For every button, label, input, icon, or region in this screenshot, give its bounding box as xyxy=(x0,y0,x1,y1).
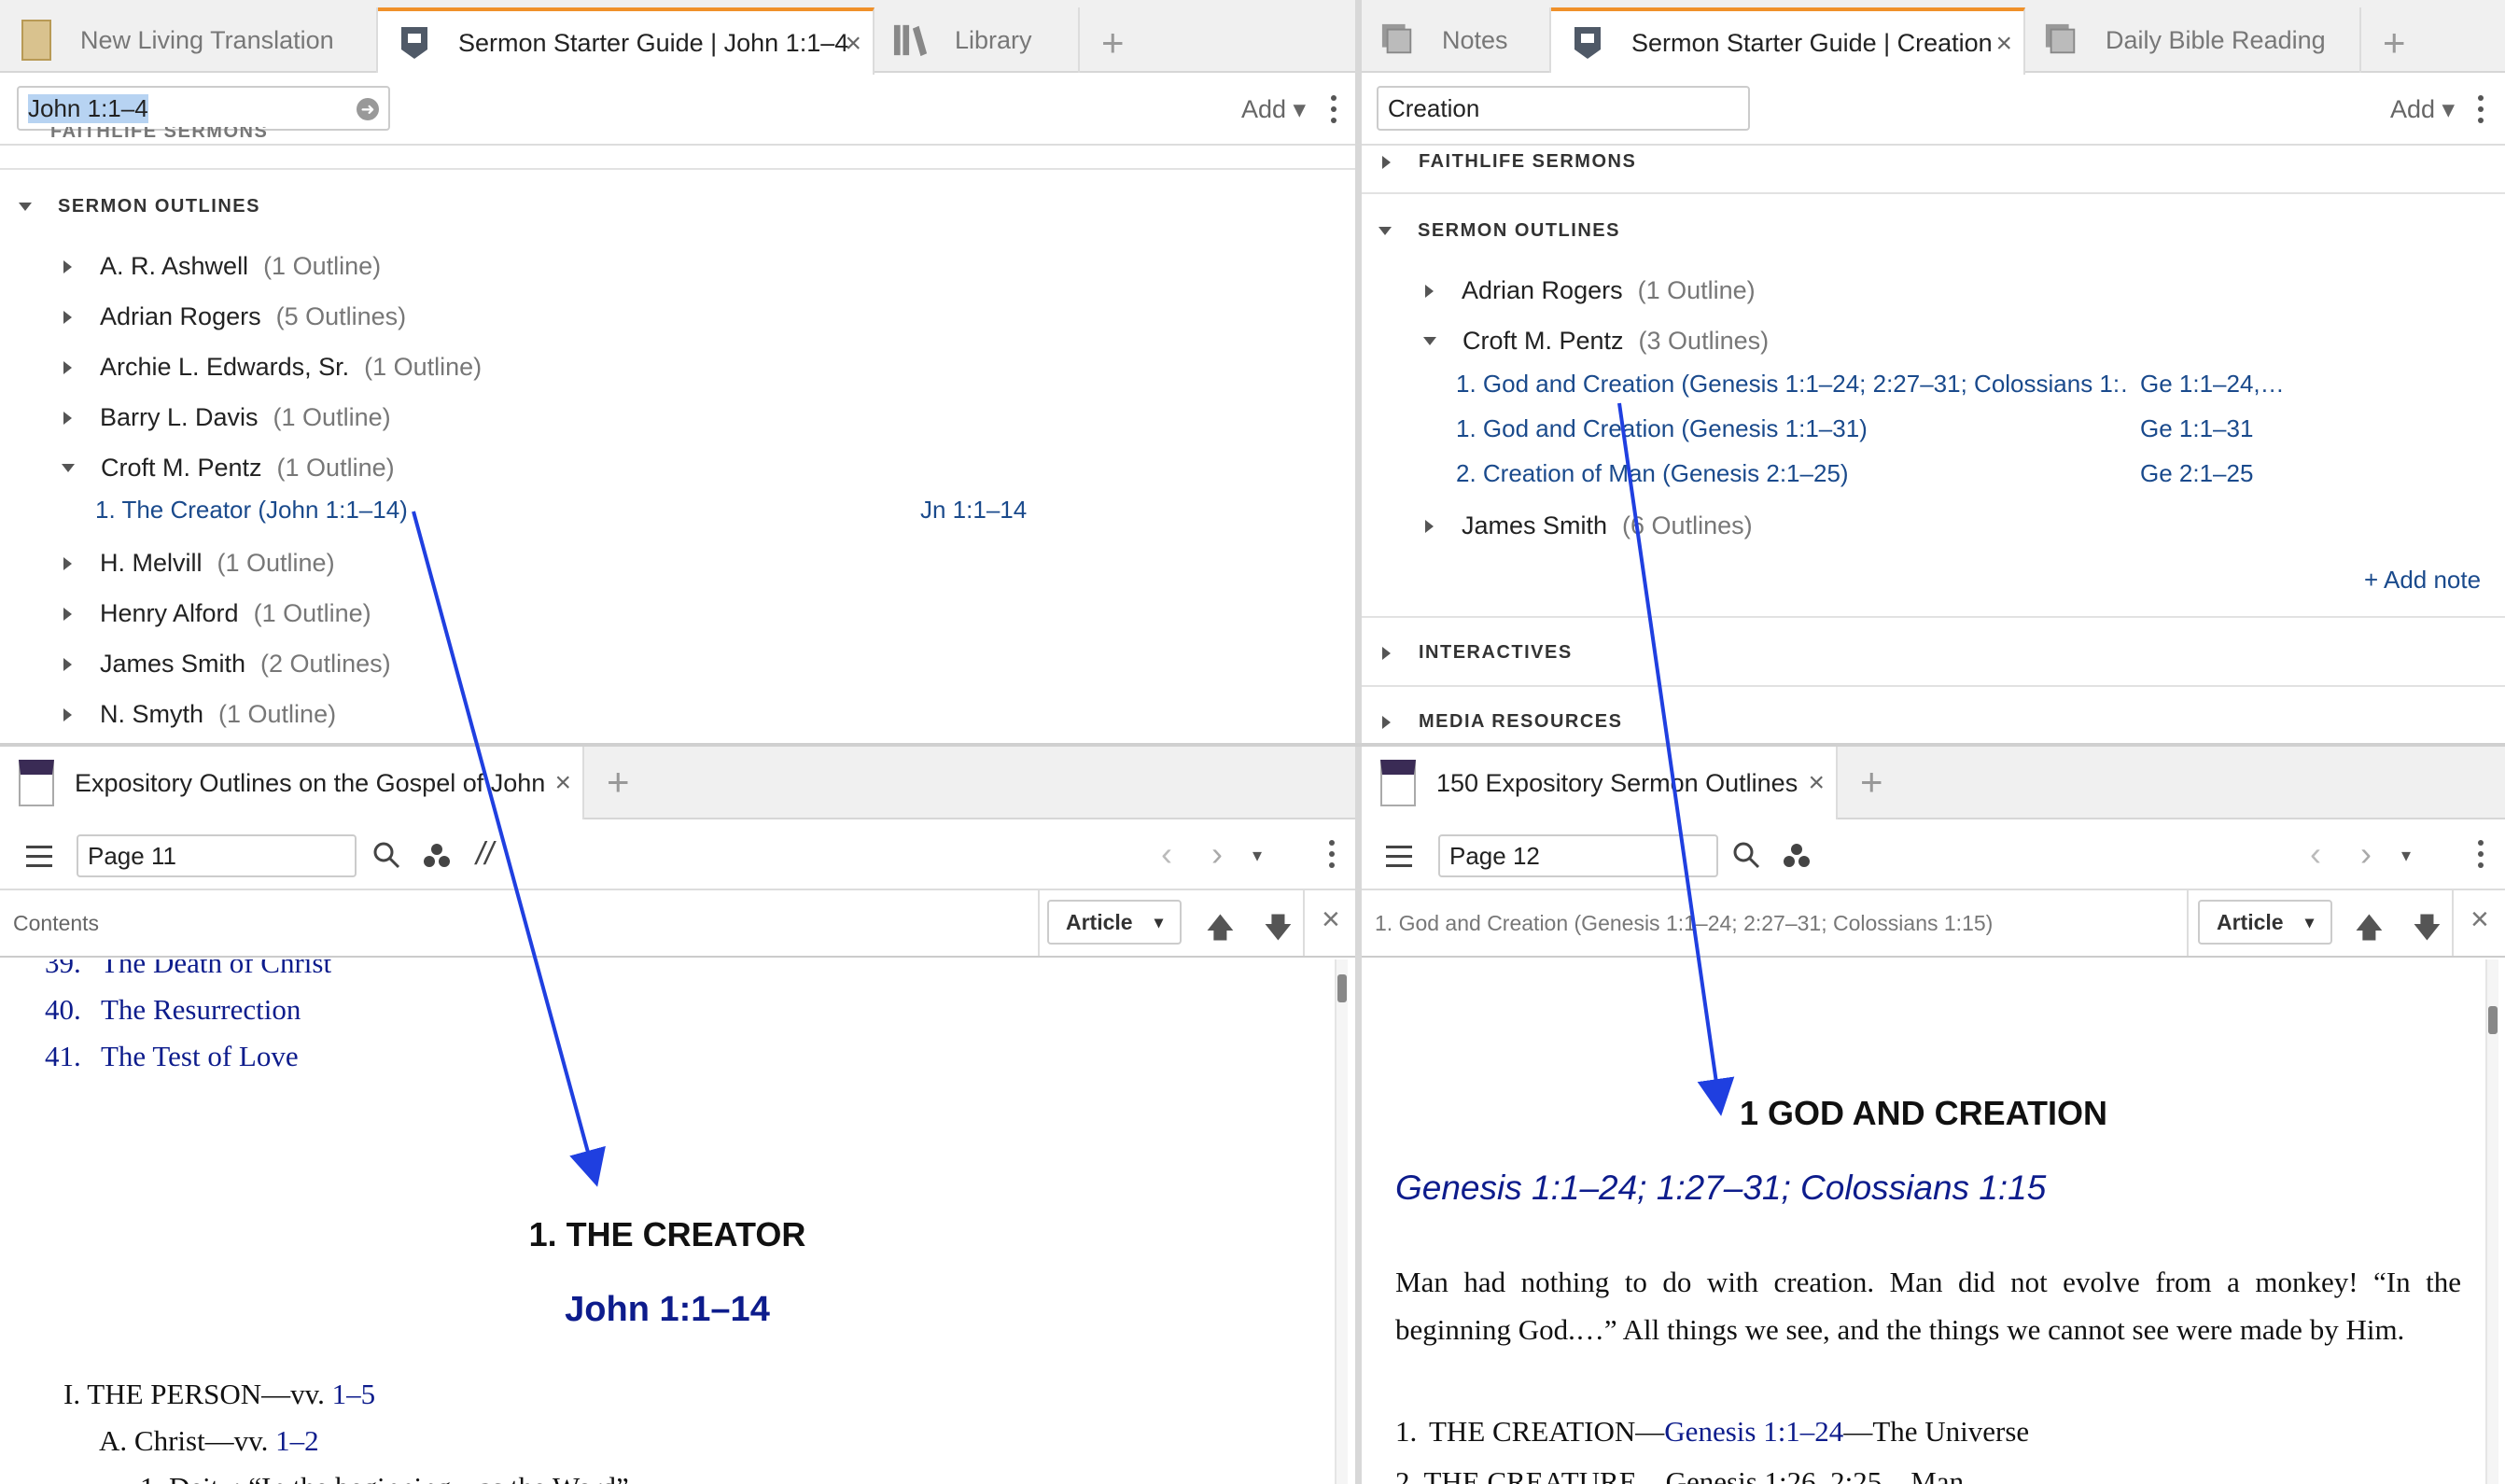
annotation-arrows xyxy=(412,402,1735,1187)
arrow-left xyxy=(412,511,606,1187)
arrow-right xyxy=(1617,402,1735,1116)
